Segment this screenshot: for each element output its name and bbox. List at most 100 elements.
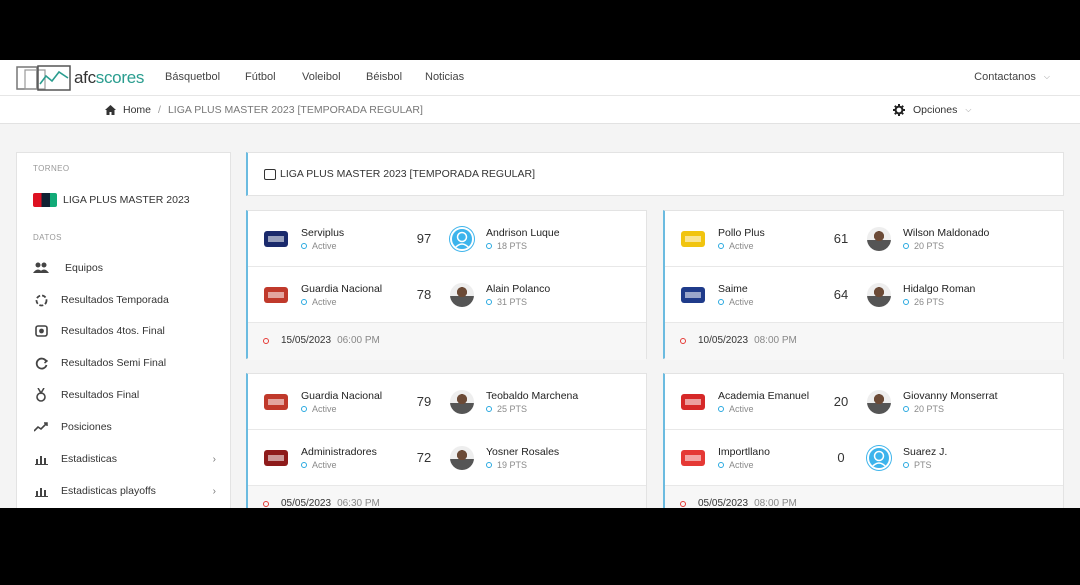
player-avatar [867,390,891,414]
top-player-name: Hidalgo Roman [903,283,976,295]
top-player-points-label: 20 PTS [914,404,945,414]
options-menu[interactable]: Opciones ⌵ [893,104,971,116]
top-player-name: Yosner Rosales [486,446,560,458]
breadcrumb: Home / LIGA PLUS MASTER 2023 [TEMPORADA … [105,104,423,116]
team-row[interactable]: Serviplus Active 97 Andrison Luque 18 PTS [248,211,646,267]
player-avatar [450,227,474,251]
team-score: 97 [416,231,432,246]
top-player-points-label: PTS [914,460,932,470]
game-card[interactable]: Serviplus Active 97 Andrison Luque 18 PTS Gua… [246,210,647,360]
points-dot-icon [486,243,492,249]
sidebar-item-resultados-temporada[interactable]: Resultados Temporada [33,290,216,310]
top-player-points-label: 18 PTS [497,241,528,251]
sidebar-item-posiciones[interactable]: Posiciones [33,417,216,437]
team-name: Academia Emanuel [718,390,810,402]
contact-menu[interactable]: Contactanos ⌵ [974,71,1050,83]
sidebar-item-resultados-4tos[interactable]: Resultados 4tos. Final [33,321,216,341]
points-dot-icon [486,406,492,412]
team-logo [263,229,289,249]
datos-label: DATOS [33,233,62,242]
team-row[interactable]: Guardia Nacional Active 78 Alain Polanco 31 … [248,267,646,323]
sidebar: TORNEO LIGA PLUS MASTER 2023 DATOS Equip… [16,152,231,508]
site-logo[interactable]: afcscores [16,63,144,93]
nav-noticias[interactable]: Noticias [425,71,464,83]
top-player-points-label: 20 PTS [914,241,945,251]
nav-beisbol[interactable]: Béisbol [366,71,402,83]
logo-icon [16,65,71,91]
team-row[interactable]: Importllano Active 0 Suarez J. PTS [665,430,1063,486]
sidebar-item-label: Equipos [65,262,103,274]
nav-futbol[interactable]: Fútbol [245,71,276,83]
team-name: Serviplus [301,227,345,239]
tournament-header-title: LIGA PLUS MASTER 2023 [TEMPORADA REGULAR… [280,168,535,180]
team-status-label: Active [729,404,754,414]
game-time: 06:00 PM [337,335,380,346]
status-dot-icon [263,500,269,507]
game-time: 06:30 PM [337,498,380,508]
sidebar-item-label: Resultados Semi Final [61,357,167,369]
tournament-item[interactable]: LIGA PLUS MASTER 2023 [33,193,190,207]
team-logo [680,392,706,412]
sidebar-item-estadisticas[interactable]: Estadisticas › [33,449,216,469]
game-card[interactable]: Guardia Nacional Active 79 Teobaldo Marchen… [246,373,647,508]
team-row[interactable]: Pollo Plus Active 61 Wilson Maldonado 20 PTS [665,211,1063,267]
team-status-label: Active [312,460,337,470]
top-player-points: 20 PTS [903,241,944,251]
player-avatar [867,283,891,307]
team-row[interactable]: Administradores Active 72 Yosner Rosales 19 … [248,430,646,486]
player-avatar [867,446,891,470]
sidebar-item-label: Estadisticas [61,453,118,465]
player-avatar [867,227,891,251]
team-score: 64 [833,287,849,302]
game-date: 05/05/2023 [281,498,332,508]
top-player-points: 31 PTS [486,297,527,307]
game-datetime: 10/05/2023 08:00 PM [680,335,797,346]
top-player-points-label: 25 PTS [497,404,528,414]
brand-name-b: scores [95,68,145,87]
player-avatar [450,283,474,307]
game-footer: 10/05/2023 08:00 PM [665,323,1063,360]
nav-voleibol[interactable]: Voleibol [302,71,341,83]
gear-icon [893,104,905,116]
top-player-name: Giovanny Monserrat [903,390,998,402]
medal-icon [33,388,49,402]
status-dot-icon [680,500,686,507]
points-dot-icon [903,299,909,305]
game-datetime: 15/05/2023 06:00 PM [263,335,380,346]
team-status-label: Active [312,297,337,307]
team-status-label: Active [312,241,337,251]
team-name: Administradores [301,446,377,458]
game-date: 05/05/2023 [698,498,749,508]
points-dot-icon [486,462,492,468]
refresh-icon [33,293,49,307]
team-score: 78 [416,287,432,302]
team-logo [680,448,706,468]
game-time: 08:00 PM [754,335,797,346]
nav-basquetbol[interactable]: Básquetbol [165,71,220,83]
top-player-name: Alain Polanco [486,283,551,295]
team-row[interactable]: Guardia Nacional Active 79 Teobaldo Marchen… [248,374,646,430]
tournament-logo [33,193,57,207]
top-player-points: 26 PTS [903,297,944,307]
team-row[interactable]: Saime Active 64 Hidalgo Roman 26 PTS [665,267,1063,323]
team-score: 72 [416,450,432,465]
sidebar-item-estadisticas-playoffs[interactable]: Estadisticas playoffs › [33,481,216,501]
team-name: Guardia Nacional [301,390,383,402]
team-name: Guardia Nacional [301,283,383,295]
top-player-points: 20 PTS [903,404,944,414]
game-card[interactable]: Pollo Plus Active 61 Wilson Maldonado 20 PTS… [663,210,1064,360]
player-avatar [450,390,474,414]
status-dot-icon [263,337,269,344]
trophy-icon [264,168,276,180]
top-player-name: Andrison Luque [486,227,560,239]
sidebar-item-equipos[interactable]: Equipos [33,258,216,278]
breadcrumb-home[interactable]: Home [123,104,151,116]
contact-label: Contactanos [974,71,1036,83]
game-card[interactable]: Academia Emanuel Active 20 Giovanny Monserr… [663,373,1064,508]
team-row[interactable]: Academia Emanuel Active 20 Giovanny Monserr… [665,374,1063,430]
top-player-name: Teobaldo Marchena [486,390,579,402]
team-score: 20 [833,394,849,409]
sidebar-item-resultados-semi[interactable]: Resultados Semi Final [33,353,216,373]
points-dot-icon [486,299,492,305]
sidebar-item-resultados-final[interactable]: Resultados Final [33,385,216,405]
